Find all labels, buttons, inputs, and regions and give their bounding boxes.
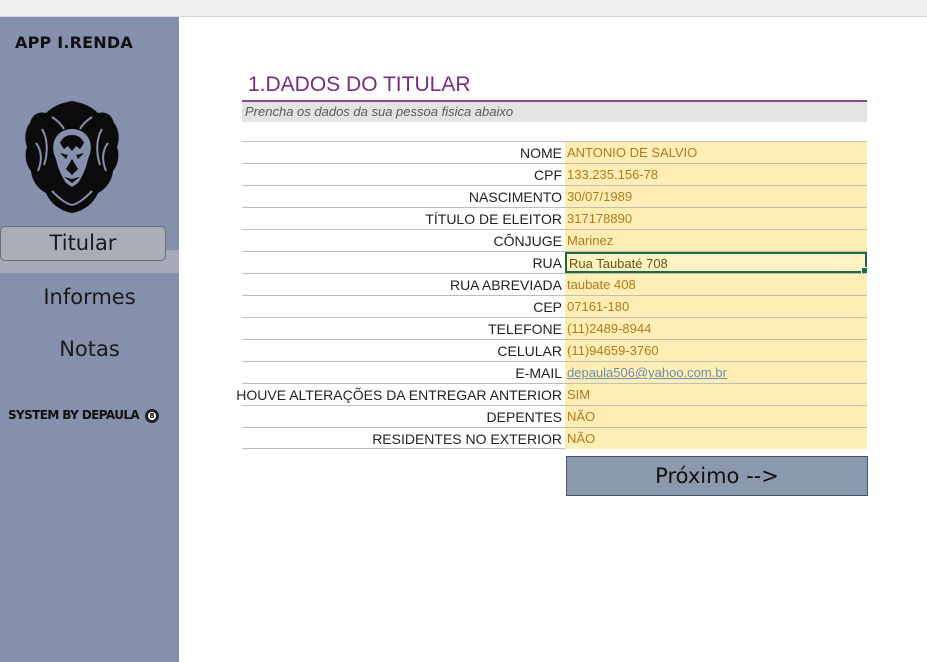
rua-field[interactable]: Rua Taubaté 708 (565, 252, 868, 274)
app-title: APP I.RENDA (15, 33, 133, 52)
field-label: NOME (520, 145, 562, 161)
alteracoes-field[interactable]: SIM (565, 384, 867, 405)
form-row-email: E-MAIL depaula506@yahoo.com.br (242, 361, 867, 383)
nascimento-field[interactable]: 30/07/1989 (565, 186, 867, 207)
form-row-nascimento: NASCIMENTO 30/07/1989 (242, 185, 867, 207)
conjuge-field[interactable]: Marinez (565, 230, 867, 251)
field-label: CÔNJUGE (493, 233, 562, 249)
field-label: E-MAIL (515, 365, 562, 381)
window-top-bar (0, 0, 927, 17)
field-label: NASCIMENTO (468, 189, 562, 205)
titulo-eleitor-field[interactable]: 317178890 (565, 208, 867, 229)
field-label: TÍTULO DE ELEITOR (425, 211, 562, 227)
sidebar: APP I.RENDA Titular Informes Notas SYSTE… (0, 17, 179, 662)
residentes-exterior-field[interactable]: NÃO (565, 428, 867, 449)
form-row-nome: NOME ANTONIO DE SALVIO (242, 141, 867, 163)
sidebar-item-titular[interactable]: Titular (0, 231, 166, 255)
form-row-cpf: CPF 133.235.156-78 (242, 163, 867, 185)
cpf-field[interactable]: 133.235.156-78 (565, 164, 867, 185)
field-label: CELULAR (497, 343, 562, 359)
field-label: TELEFONE (488, 321, 562, 337)
form-row-titulo-eleitor: TÍTULO DE ELEITOR 317178890 (242, 207, 867, 229)
field-label: CPF (534, 167, 562, 183)
field-label: CEP (533, 299, 562, 315)
field-label: RUA ABREVIADA (449, 277, 562, 293)
sidebar-item-notas[interactable]: Notas (0, 337, 179, 361)
field-label: HOUVE ALTERAÇÕES DA ENTREGAR ANTERIOR (236, 387, 562, 403)
next-button[interactable]: Próximo --> (566, 456, 868, 496)
field-label: RUA (532, 255, 562, 271)
system-credit-text: SYSTEM BY DEPAULA (8, 408, 140, 422)
field-label: RESIDENTES NO EXTERIOR (372, 431, 562, 447)
rua-abreviada-field[interactable]: taubate 408 (565, 274, 867, 295)
form-row-alteracoes: HOUVE ALTERAÇÕES DA ENTREGAR ANTERIOR SI… (236, 383, 867, 405)
cep-field[interactable]: 07161-180 (565, 296, 867, 317)
form-row-cep: CEP 07161-180 (242, 295, 867, 317)
form-row-rua-abreviada: RUA ABREVIADA taubate 408 (242, 273, 867, 295)
titular-form: NOME ANTONIO DE SALVIO CPF 133.235.156-7… (236, 141, 868, 449)
form-row-celular: CELULAR (11)94659-3760 (242, 339, 867, 361)
form-row-telefone: TELEFONE (11)2489-8944 (242, 317, 867, 339)
eight-ball-icon: 8 (144, 408, 159, 423)
dependentes-field[interactable]: NÃO (565, 406, 867, 427)
celular-field[interactable]: (11)94659-3760 (565, 340, 867, 361)
form-row-residentes-exterior: RESIDENTES NO EXTERIOR NÃO (242, 427, 867, 449)
form-row-conjuge: CÔNJUGE Marinez (242, 229, 867, 251)
section-subtitle: Prencha os dados da sua pessoa fisica ab… (245, 104, 514, 119)
email-field[interactable]: depaula506@yahoo.com.br (565, 362, 867, 383)
form-row-dependentes: DEPENTES NÃO (242, 405, 867, 427)
rua-value: Rua Taubaté 708 (569, 256, 668, 271)
sidebar-item-informes[interactable]: Informes (0, 285, 179, 309)
section-title: 1.DADOS DO TITULAR (248, 73, 471, 96)
field-label: DEPENTES (486, 409, 562, 425)
system-credit: SYSTEM BY DEPAULA 8 (8, 408, 159, 423)
lion-head-icon (25, 101, 119, 213)
telefone-field[interactable]: (11)2489-8944 (565, 318, 867, 339)
nome-field[interactable]: ANTONIO DE SALVIO (565, 142, 867, 163)
form-row-rua: RUA Rua Taubaté 708 (242, 251, 868, 274)
